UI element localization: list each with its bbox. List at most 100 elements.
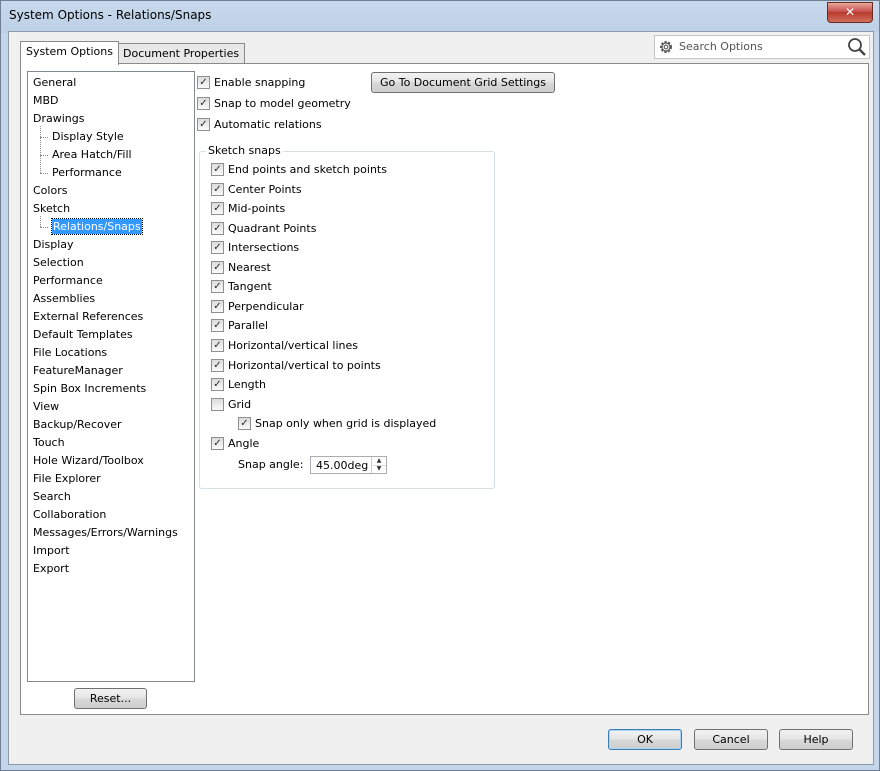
checkbox-icon[interactable]: ✓ (211, 260, 224, 274)
checkbox-icon[interactable]: ✓ (197, 75, 210, 89)
option-label: Horizontal/vertical to points (228, 359, 381, 372)
tree-item-messages-errors-warnings[interactable]: Messages/Errors/Warnings (33, 524, 178, 542)
title-bar[interactable]: System Options - Relations/Snaps ✕ (1, 1, 879, 31)
option-end-points-and-sketch-points[interactable]: ✓ End points and sketch points (211, 161, 387, 179)
tree-item-backup-recover[interactable]: Backup/Recover (33, 416, 122, 434)
gear-icon[interactable] (658, 39, 674, 55)
option-grid[interactable]: Grid (211, 396, 251, 414)
option-quadrant-points[interactable]: ✓ Quadrant Points (211, 220, 316, 238)
option-snap-to-model-geometry[interactable]: ✓ Snap to model geometry (197, 95, 351, 113)
tree-item-assemblies[interactable]: Assemblies (33, 290, 95, 308)
tree-item-label: Search (33, 490, 71, 503)
option-enable-snapping[interactable]: ✓ Enable snapping (197, 74, 305, 92)
tree-item-default-templates[interactable]: Default Templates (33, 326, 133, 344)
tab-system-options[interactable]: System Options (20, 41, 119, 65)
tree-item-external-references[interactable]: External References (33, 308, 143, 326)
checkbox-icon[interactable]: ✓ (211, 318, 224, 332)
option-length[interactable]: ✓ Length (211, 376, 266, 394)
checkbox-icon[interactable]: ✓ (211, 201, 224, 215)
search-input[interactable]: Search Options (679, 40, 763, 53)
option-perpendicular[interactable]: ✓ Perpendicular (211, 298, 304, 316)
ok-button[interactable]: OK (608, 729, 682, 750)
tree-item-export[interactable]: Export (33, 560, 69, 578)
tree-item-label: Messages/Errors/Warnings (33, 526, 178, 539)
tree-item-area-hatch-fill[interactable]: Area Hatch/Fill (52, 146, 132, 164)
option-horizontal-vertical-lines[interactable]: ✓ Horizontal/vertical lines (211, 337, 358, 355)
snap-angle-value[interactable]: 45.00deg (316, 459, 368, 472)
spin-arrows[interactable]: ▲ ▼ (371, 457, 386, 473)
spin-down-icon[interactable]: ▼ (372, 465, 386, 473)
option-horizontal-vertical-to-points[interactable]: ✓ Horizontal/vertical to points (211, 357, 381, 375)
option-automatic-relations[interactable]: ✓ Automatic relations (197, 116, 322, 134)
tree-item-label: Export (33, 562, 70, 575)
checkbox-icon[interactable]: ✓ (197, 117, 210, 131)
tree-item-label: External References (33, 310, 144, 323)
option-label: Snap only when grid is displayed (255, 417, 437, 430)
snap-angle-spinbox[interactable]: 45.00deg ▲ ▼ (310, 456, 387, 474)
tree-item-touch[interactable]: Touch (33, 434, 65, 452)
checkbox-icon[interactable]: ✓ (211, 299, 224, 313)
tree-item-label: Relations/Snaps (51, 218, 143, 235)
tree-item-mbd[interactable]: MBD (33, 92, 59, 110)
option-label: Horizontal/vertical lines (228, 339, 358, 352)
tree-item-selection[interactable]: Selection (33, 254, 84, 272)
cancel-button[interactable]: Cancel (694, 729, 768, 750)
tree-item-label: View (33, 400, 60, 413)
option-nearest[interactable]: ✓ Nearest (211, 259, 271, 277)
tree-item-file-explorer[interactable]: File Explorer (33, 470, 101, 488)
help-button[interactable]: Help (779, 729, 853, 750)
checkbox-icon[interactable] (211, 397, 224, 411)
tree-item-label: Hole Wizard/Toolbox (33, 454, 144, 467)
checkbox-icon[interactable]: ✓ (211, 436, 224, 450)
tree-item-general[interactable]: General (33, 74, 76, 92)
tree-connector (40, 155, 48, 156)
option-snap-only-when-grid-is-displayed[interactable]: ✓ Snap only when grid is displayed (238, 415, 436, 433)
reset-button[interactable]: Reset... (74, 688, 147, 709)
option-label: Center Points (228, 183, 302, 196)
tree-item-relations-snaps[interactable]: Relations/Snaps (51, 218, 143, 236)
tree-item-display[interactable]: Display (33, 236, 74, 254)
checkbox-icon[interactable]: ✓ (211, 221, 224, 235)
checkbox-icon[interactable]: ✓ (197, 96, 210, 110)
tree-item-sketch[interactable]: Sketch (33, 200, 70, 218)
tree-item-file-locations[interactable]: File Locations (33, 344, 107, 362)
tree-item-colors[interactable]: Colors (33, 182, 67, 200)
checkbox-icon[interactable]: ✓ (211, 279, 224, 293)
tree-item-collaboration[interactable]: Collaboration (33, 506, 106, 524)
close-button[interactable]: ✕ (827, 2, 873, 23)
search-icon[interactable] (847, 37, 867, 57)
options-tree[interactable]: General MBD Drawings Display Style Area Hatc… (27, 71, 195, 682)
snap-angle-label: Snap angle: (238, 458, 304, 471)
tree-item-spin-box-increments[interactable]: Spin Box Increments (33, 380, 146, 398)
option-center-points[interactable]: ✓ Center Points (211, 181, 302, 199)
tree-item-performance[interactable]: Performance (52, 164, 122, 182)
tree-item-hole-wizard-toolbox[interactable]: Hole Wizard/Toolbox (33, 452, 144, 470)
checkbox-icon[interactable]: ✓ (211, 377, 224, 391)
tab-document-properties[interactable]: Document Properties (117, 43, 246, 64)
tree-item-label: Colors (33, 184, 68, 197)
tree-item-label: Performance (33, 274, 103, 287)
option-label: Perpendicular (228, 300, 304, 313)
tree-item-import[interactable]: Import (33, 542, 70, 560)
option-tangent[interactable]: ✓ Tangent (211, 278, 272, 296)
tree-item-display-style[interactable]: Display Style (52, 128, 124, 146)
checkbox-icon[interactable]: ✓ (211, 162, 224, 176)
tree-item-label: Spin Box Increments (33, 382, 147, 395)
option-parallel[interactable]: ✓ Parallel (211, 317, 268, 335)
sketch-snaps-legend: Sketch snaps (206, 144, 283, 157)
goto-grid-settings-button[interactable]: Go To Document Grid Settings (371, 72, 555, 93)
option-mid-points[interactable]: ✓ Mid-points (211, 200, 285, 218)
option-angle[interactable]: ✓ Angle (211, 435, 259, 453)
checkbox-icon[interactable]: ✓ (211, 358, 224, 372)
tree-connector (40, 126, 41, 173)
search-options-box[interactable]: Search Options (654, 35, 870, 59)
checkbox-icon[interactable]: ✓ (211, 240, 224, 254)
tree-item-performance[interactable]: Performance (33, 272, 103, 290)
option-intersections[interactable]: ✓ Intersections (211, 239, 299, 257)
checkbox-icon[interactable]: ✓ (211, 338, 224, 352)
tree-item-featuremanager[interactable]: FeatureManager (33, 362, 123, 380)
checkbox-icon[interactable]: ✓ (211, 182, 224, 196)
checkbox-icon[interactable]: ✓ (238, 416, 251, 430)
tree-item-view[interactable]: View (33, 398, 59, 416)
tree-item-search[interactable]: Search (33, 488, 71, 506)
